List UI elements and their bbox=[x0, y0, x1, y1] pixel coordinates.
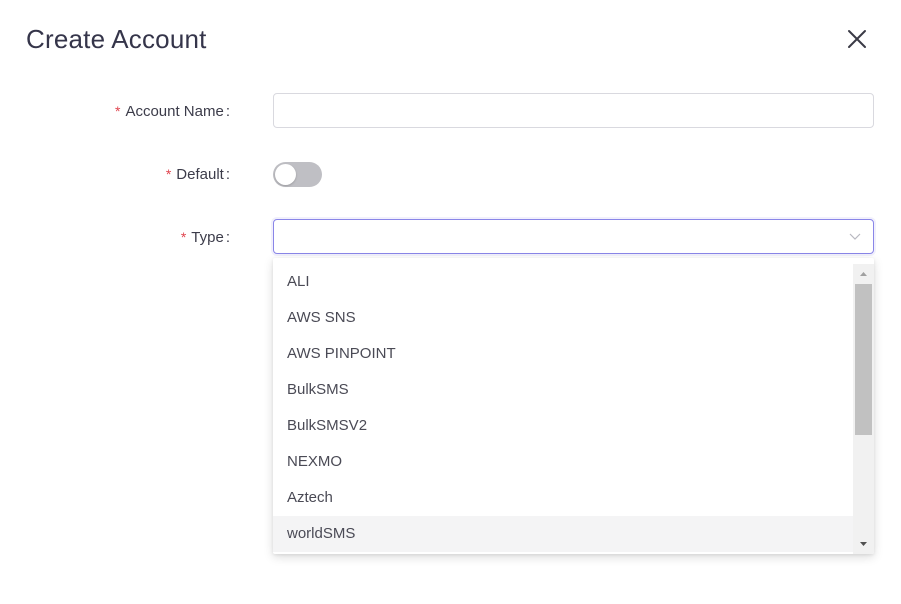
scroll-up-button[interactable] bbox=[853, 264, 874, 284]
dropdown-option[interactable]: ALI bbox=[273, 264, 853, 300]
scroll-up-arrow-icon bbox=[860, 272, 867, 276]
type-row: * Type: bbox=[0, 219, 901, 255]
type-select[interactable] bbox=[273, 219, 874, 254]
scroll-down-arrow-icon bbox=[860, 542, 867, 546]
toggle-knob bbox=[275, 164, 296, 185]
required-marker: * bbox=[180, 229, 187, 245]
dropdown-scrollbar[interactable] bbox=[853, 264, 874, 554]
dropdown-option[interactable]: AWS PINPOINT bbox=[273, 336, 853, 372]
type-label: * Type: bbox=[181, 219, 230, 255]
label-colon: : bbox=[225, 229, 230, 246]
label-colon: : bbox=[225, 166, 230, 183]
default-label: * Default: bbox=[166, 156, 230, 192]
scroll-thumb[interactable] bbox=[855, 284, 872, 435]
dropdown-option[interactable]: BulkSMSV2 bbox=[273, 408, 853, 444]
account-name-label: * Account Name: bbox=[115, 93, 230, 129]
account-name-label-text: Account Name bbox=[125, 103, 224, 120]
account-name-row: * Account Name: bbox=[0, 93, 901, 129]
default-label-text: Default bbox=[176, 166, 224, 183]
type-dropdown: ALI AWS SNS AWS PINPOINT BulkSMS BulkSMSV2 NE… bbox=[273, 258, 874, 554]
dropdown-option[interactable]: Aztech bbox=[273, 480, 853, 516]
required-marker: * bbox=[114, 103, 121, 119]
create-account-dialog: Create Account * Account Name: * Default: … bbox=[0, 0, 901, 604]
close-button[interactable] bbox=[845, 27, 869, 51]
required-marker: * bbox=[165, 166, 172, 182]
label-colon: : bbox=[225, 103, 230, 120]
dropdown-option[interactable]: BulkSMS bbox=[273, 372, 853, 408]
account-name-input[interactable] bbox=[273, 93, 874, 128]
scroll-down-button[interactable] bbox=[853, 534, 874, 554]
chevron-down-icon bbox=[849, 233, 861, 240]
dialog-title: Create Account bbox=[26, 24, 207, 54]
type-label-text: Type bbox=[191, 229, 224, 246]
dropdown-option[interactable]: AWS SNS bbox=[273, 300, 853, 336]
dropdown-option[interactable]: NEXMO bbox=[273, 444, 853, 480]
dropdown-option[interactable]: worldSMS bbox=[273, 516, 853, 552]
default-toggle[interactable] bbox=[273, 162, 322, 187]
close-icon bbox=[848, 30, 866, 48]
default-row: * Default: bbox=[0, 156, 901, 192]
option-list: ALI AWS SNS AWS PINPOINT BulkSMS BulkSMSV2 NE… bbox=[273, 264, 853, 552]
